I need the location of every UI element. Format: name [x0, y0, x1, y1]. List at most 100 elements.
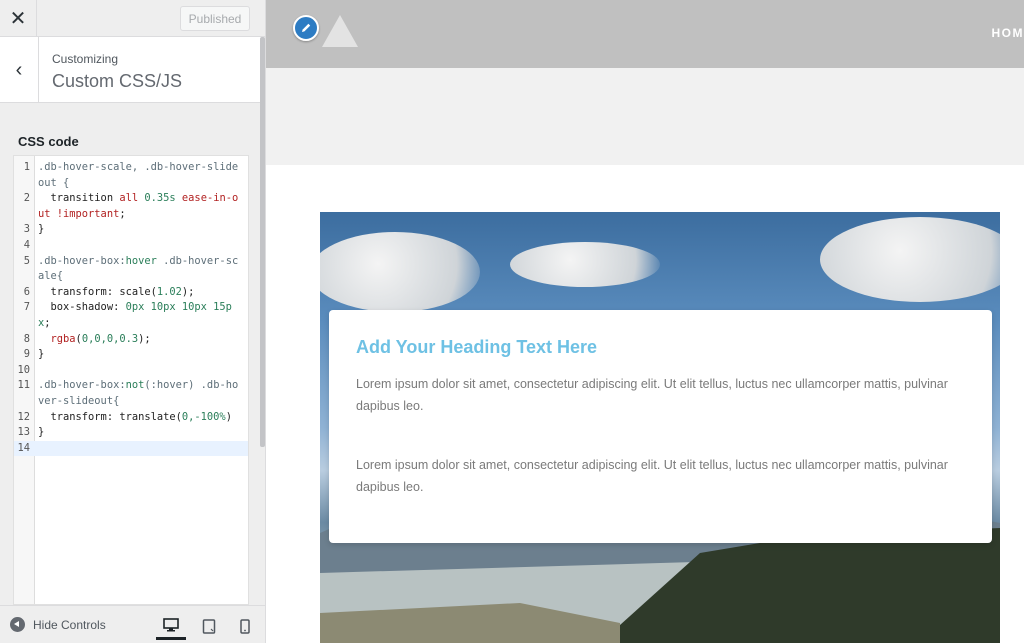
sidebar-scrollbar[interactable] — [260, 37, 265, 447]
code-token: } — [38, 223, 45, 236]
line-number: 6 — [23, 285, 30, 298]
code-token: transition — [38, 192, 120, 205]
code-token: ); — [138, 332, 151, 345]
code-token: ); — [181, 285, 195, 298]
code-token: not — [125, 379, 145, 392]
chevron-left-icon: ‹ — [15, 58, 23, 81]
code-text: } — [38, 347, 248, 363]
code-line[interactable]: 5 .db-hover-box:hover .db-hover-scale{ — [14, 254, 248, 285]
code-line[interactable]: 12 transform: translate(0,-100%) — [14, 410, 248, 426]
code-text: } — [38, 222, 248, 238]
code-token: 0,-100% — [181, 410, 226, 423]
customizer-sidebar: ✕ Published ‹ Customizing Custom CSS/JS … — [0, 0, 266, 643]
code-line[interactable]: 3} — [14, 222, 248, 238]
code-text: } — [38, 425, 248, 441]
breadcrumb: Customizing — [52, 52, 119, 66]
line-number: 11 — [17, 379, 30, 392]
code-line[interactable]: 9} — [14, 347, 248, 363]
line-number: 4 — [23, 238, 30, 251]
content-card: Add Your Heading Text Here Lorem ipsum d… — [329, 310, 992, 543]
line-number: 1 — [23, 161, 30, 173]
code-text: box-shadow: 0px 10px 10px 15px; — [38, 300, 248, 331]
line-number: 3 — [23, 223, 30, 236]
code-token: ; — [119, 207, 126, 220]
code-token: ; — [44, 316, 51, 329]
code-token: transform: translate( — [38, 410, 182, 423]
edit-shortcut-button[interactable] — [293, 15, 319, 41]
tablet-icon — [202, 618, 216, 634]
pencil-icon — [302, 23, 311, 32]
line-number: 9 — [23, 348, 30, 361]
code-token: hover — [125, 254, 157, 267]
code-text: .db-hover-scale, .db-hover-slideout { — [38, 160, 248, 191]
close-icon: ✕ — [9, 8, 27, 30]
card-paragraph-1: Lorem ipsum dolor sit amet, consectetur … — [356, 377, 948, 413]
code-lines[interactable]: 1 .db-hover-scale, .db-hover-slideout {2 … — [14, 160, 248, 457]
code-line[interactable]: 8 rgba(0,0,0,0.3); — [14, 332, 248, 348]
preview-desktop-button[interactable] — [156, 612, 186, 640]
code-token: ) — [225, 410, 232, 423]
section-title: Custom CSS/JS — [52, 71, 183, 91]
code-token: } — [38, 348, 45, 361]
code-line[interactable]: 2 transition all 0.35s ease-in-out !impo… — [14, 191, 248, 222]
header-spacer-band — [266, 68, 1024, 165]
collapse-arrow-icon — [10, 617, 25, 632]
line-number: 13 — [17, 426, 30, 439]
code-text: .db-hover-box:not(:hover) .db-hover-slid… — [38, 378, 248, 409]
site-logo[interactable] — [322, 15, 358, 47]
line-number: 2 — [23, 192, 30, 205]
hide-controls-label: Hide Controls — [33, 617, 106, 632]
line-number: 8 — [23, 332, 30, 345]
code-text: .db-hover-box:hover .db-hover-scale{ — [38, 254, 248, 285]
css-code-editor[interactable]: 1 .db-hover-scale, .db-hover-slideout {2 … — [13, 155, 249, 605]
code-line[interactable]: 6 transform: scale(1.02); — [14, 285, 248, 301]
site-preview: HOM Add Your Heading Text Here Lorem ips… — [266, 0, 1024, 643]
site-header: HOM — [266, 0, 1024, 68]
code-text: rgba(0,0,0,0.3); — [38, 332, 248, 348]
code-token: transform: scale( — [38, 285, 157, 298]
section-header: ‹ Customizing Custom CSS/JS — [0, 37, 261, 103]
code-token: box-shadow: — [38, 301, 126, 314]
back-button[interactable]: ‹ — [0, 37, 39, 103]
code-token: .db-hover-box: — [38, 379, 126, 392]
line-number: 10 — [17, 363, 30, 376]
hide-controls-button[interactable]: Hide Controls — [10, 617, 106, 632]
code-line[interactable]: 1 .db-hover-scale, .db-hover-slideout { — [14, 160, 248, 191]
line-number: 14 — [17, 441, 30, 454]
code-text: transform: scale(1.02); — [38, 285, 248, 301]
line-number: 7 — [23, 301, 30, 314]
preview-tablet-button[interactable] — [194, 612, 224, 640]
code-token: 0.35s — [138, 192, 182, 205]
code-line[interactable]: 14 — [14, 440, 248, 457]
desktop-icon — [163, 617, 179, 631]
code-token: } — [38, 426, 45, 439]
code-line[interactable]: 7 box-shadow: 0px 10px 10px 15px; — [14, 300, 248, 331]
card-heading: Add Your Heading Text Here — [356, 337, 598, 357]
code-token: !important — [50, 207, 120, 220]
code-token: all — [119, 192, 139, 205]
sidebar-footer: Hide Controls — [0, 605, 265, 643]
code-line[interactable]: 13} — [14, 425, 248, 441]
cloud-shape — [510, 242, 660, 287]
preview-mobile-button[interactable] — [230, 612, 260, 640]
sidebar-topbar: ✕ Published — [0, 0, 265, 37]
line-number: 5 — [23, 254, 30, 267]
code-text: transform: translate(0,-100%) — [38, 410, 248, 426]
code-line[interactable]: 11 .db-hover-box:not(:hover) .db-hover-sl… — [14, 378, 248, 409]
code-line[interactable]: 4 — [14, 238, 248, 254]
code-token: 1.02 — [156, 285, 182, 298]
code-token: 0,0,0,0.3 — [81, 332, 139, 345]
code-token: rgba — [38, 332, 76, 345]
nav-link-home[interactable]: HOM — [992, 26, 1024, 40]
css-code-label: CSS code — [18, 134, 79, 149]
card-paragraph-2: Lorem ipsum dolor sit amet, consectetur … — [356, 458, 948, 494]
code-line[interactable]: 10 — [14, 363, 248, 379]
code-token: .db-hover-box: — [38, 254, 126, 267]
close-customizer-button[interactable]: ✕ — [0, 0, 37, 37]
code-token: .db-hover-scale, .db-hover-slideout { — [38, 161, 239, 189]
mobile-icon — [240, 618, 250, 634]
published-button[interactable]: Published — [180, 6, 250, 31]
